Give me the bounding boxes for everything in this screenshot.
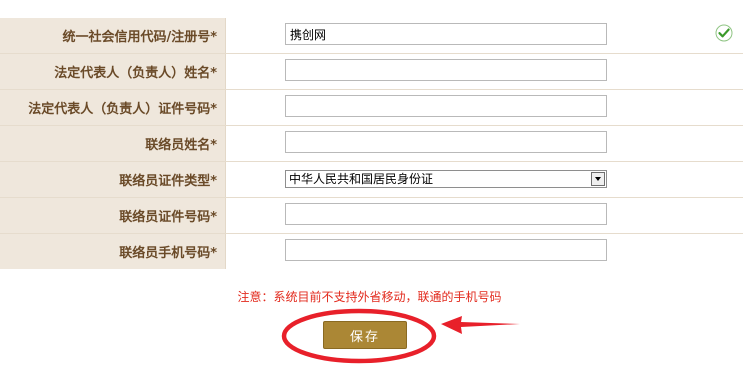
legal-rep-name-input[interactable]: [285, 59, 607, 81]
legal-rep-id-label: 法定代表人（负责人）证件号码*: [0, 90, 226, 125]
credit-code-label: 统一社会信用代码/注册号*: [0, 18, 226, 53]
form-row-contact-id-type: 联络员证件类型* 中华人民共和国居民身份证: [0, 162, 743, 198]
form-row-legal-rep-id: 法定代表人（负责人）证件号码*: [0, 90, 743, 126]
phone-support-notice: 注意：系统目前不支持外省移动，联通的手机号码: [237, 290, 502, 304]
form-row-credit-code: 统一社会信用代码/注册号*: [0, 18, 743, 54]
save-button[interactable]: 保存: [323, 321, 407, 349]
check-icon: [715, 24, 733, 42]
contact-name-input[interactable]: [285, 131, 607, 153]
contact-phone-label: 联络员手机号码*: [0, 234, 226, 269]
contact-id-type-selected-value: 中华人民共和国居民身份证: [289, 172, 434, 186]
legal-rep-id-input[interactable]: [285, 95, 607, 117]
contact-id-number-input[interactable]: [285, 203, 607, 225]
registration-form: 统一社会信用代码/注册号* 法定代表人（负责人）姓名* 法定代表人（负责人）证件…: [0, 18, 743, 270]
chevron-down-icon[interactable]: [591, 172, 605, 186]
arrow-left-icon: [441, 316, 520, 334]
contact-id-type-label: 联络员证件类型*: [0, 162, 226, 197]
contact-phone-input[interactable]: [285, 239, 607, 261]
contact-id-type-select[interactable]: 中华人民共和国居民身份证: [285, 170, 607, 188]
form-row-contact-phone: 联络员手机号码*: [0, 234, 743, 270]
contact-name-label: 联络员姓名*: [0, 126, 226, 161]
legal-rep-name-label: 法定代表人（负责人）姓名*: [0, 54, 226, 89]
contact-id-number-label: 联络员证件号码*: [0, 198, 226, 233]
form-row-contact-name: 联络员姓名*: [0, 126, 743, 162]
credit-code-input[interactable]: [285, 23, 607, 45]
form-row-contact-id-number: 联络员证件号码*: [0, 198, 743, 234]
form-row-legal-rep-name: 法定代表人（负责人）姓名*: [0, 54, 743, 90]
